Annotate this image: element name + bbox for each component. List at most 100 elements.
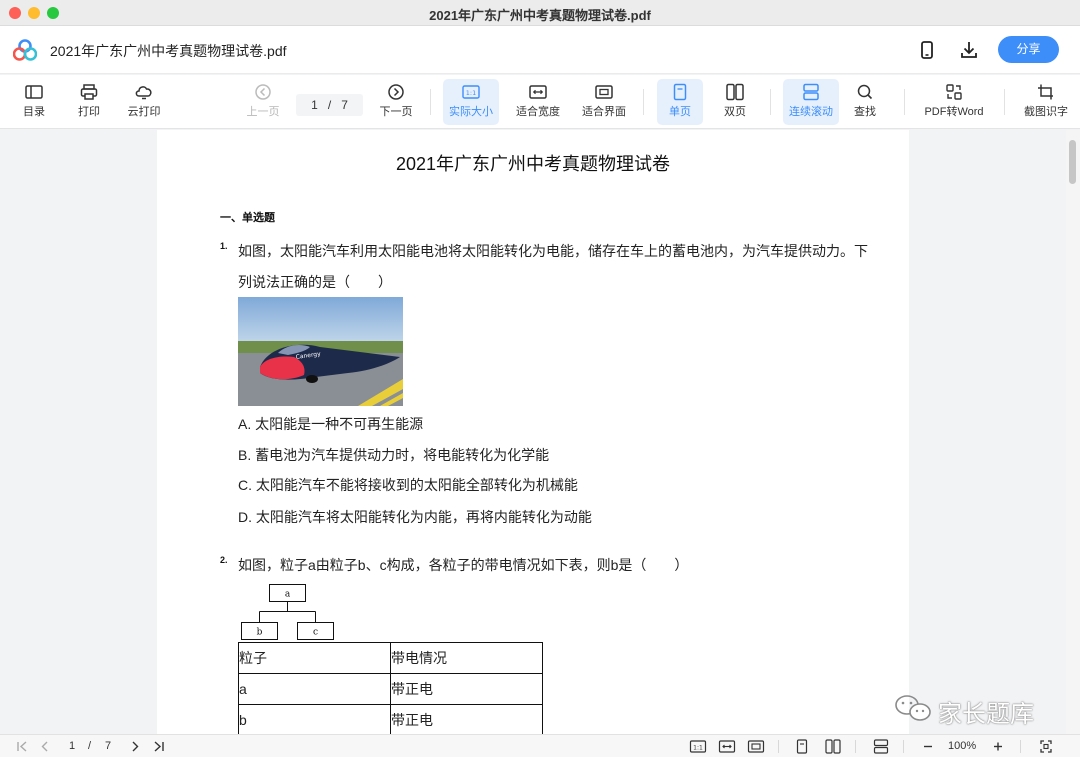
toolbar: 目录 打印 云打印 上一页 1 / 7 下一页 1:1 实际大小 适合宽度 适合… xyxy=(0,75,1080,129)
cloud-print-button[interactable]: 云打印 xyxy=(122,79,166,125)
actual-size-icon[interactable]: 1:1 xyxy=(689,739,707,754)
fit-width-icon xyxy=(529,85,547,99)
table-header-cell: 粒子 xyxy=(238,642,391,674)
fit-width-icon[interactable] xyxy=(718,739,736,754)
search-button[interactable]: 查找 xyxy=(847,79,883,125)
table-header-row: 粒子 带电情况 xyxy=(238,642,543,674)
print-button[interactable]: 打印 xyxy=(69,79,109,125)
watermark-text: 家长题库 xyxy=(938,700,1034,728)
search-label: 查找 xyxy=(854,106,876,118)
status-total-pages: 7 xyxy=(105,740,112,752)
crop-icon xyxy=(1038,84,1053,100)
first-page-icon[interactable] xyxy=(16,739,30,754)
toc-button[interactable]: 目录 xyxy=(14,79,54,125)
document-viewport[interactable]: 2021年广东广州中考真题物理试卷 一、单选题 1. 如图，太阳能汽车利用太阳能… xyxy=(0,130,1080,734)
svg-text:c: c xyxy=(313,628,318,638)
share-button[interactable]: 分享 xyxy=(998,36,1059,63)
prev-page-button[interactable]: 上一页 xyxy=(243,79,283,125)
continuous-scroll-icon[interactable] xyxy=(873,739,889,754)
status-bar: 1 / 7 1:1 100% xyxy=(0,734,1080,757)
window-title: 2021年广东广州中考真题物理试卷.pdf xyxy=(429,8,651,23)
next-page-icon[interactable] xyxy=(129,739,141,754)
section-heading: 一、单选题 xyxy=(220,212,275,224)
toolbar-divider xyxy=(1004,89,1005,115)
svg-text:a: a xyxy=(285,590,291,600)
single-page-icon[interactable] xyxy=(795,739,809,754)
continuous-scroll-label: 连续滚动 xyxy=(789,106,833,118)
zoom-out-icon[interactable] xyxy=(922,739,934,754)
toolbar-divider xyxy=(430,89,431,115)
next-page-label: 下一页 xyxy=(379,106,413,118)
toolbar-divider xyxy=(770,89,771,115)
total-pages: 7 xyxy=(341,98,348,112)
double-page-button[interactable]: 双页 xyxy=(713,79,757,125)
table-row: a 带正电 xyxy=(238,673,543,705)
double-page-icon[interactable] xyxy=(825,739,841,754)
paper-title: 2021年广东广州中考真题物理试卷 xyxy=(395,154,671,174)
prev-page-icon[interactable] xyxy=(39,739,51,754)
table-header-cell: 带电情况 xyxy=(390,642,543,674)
pdf-page: 2021年广东广州中考真题物理试卷 一、单选题 1. 如图，太阳能汽车利用太阳能… xyxy=(157,130,909,734)
question-text-line: 如图，粒子a由粒子b、c构成，各粒子的带电情况如下表，则b是（ ） xyxy=(238,557,689,573)
question-text-line: 列说法正确的是（ ） xyxy=(238,274,392,290)
app-logo-icon xyxy=(13,39,37,61)
actual-size-label: 实际大小 xyxy=(449,106,493,118)
option-d: D. 太阳能汽车将太阳能转化为内能，再将内能转化为动能 xyxy=(238,509,592,525)
vertical-scrollbar[interactable] xyxy=(1066,130,1080,734)
fit-width-label: 适合宽度 xyxy=(516,106,560,118)
convert-icon xyxy=(946,84,962,100)
single-page-label: 单页 xyxy=(669,106,691,118)
continuous-scroll-button[interactable]: 连续滚动 xyxy=(783,79,839,125)
next-page-button[interactable]: 下一页 xyxy=(376,79,416,125)
actual-size-button[interactable]: 1:1 实际大小 xyxy=(443,79,499,125)
table-cell: 带正电 xyxy=(390,673,543,705)
option-c: C. 太阳能汽车不能将接收到的太阳能全部转化为机械能 xyxy=(238,477,578,493)
page-number-input[interactable]: 1 / 7 xyxy=(296,94,363,116)
continuous-scroll-icon xyxy=(803,83,819,101)
pdf-to-word-button[interactable]: PDF转Word xyxy=(920,79,988,125)
zoom-level[interactable]: 100% xyxy=(948,740,976,752)
table-cell: a xyxy=(238,673,391,705)
phone-icon[interactable] xyxy=(916,39,938,61)
fit-page-label: 适合界面 xyxy=(582,106,626,118)
fit-width-button[interactable]: 适合宽度 xyxy=(512,79,564,125)
ocr-button[interactable]: 截图识字 xyxy=(1018,79,1074,125)
prev-page-label: 上一页 xyxy=(246,106,280,118)
toc-icon xyxy=(25,85,43,99)
svg-text:1:1: 1:1 xyxy=(466,89,476,97)
solar-car-image: Canergy xyxy=(238,297,403,406)
single-page-button[interactable]: 单页 xyxy=(657,79,703,125)
toolbar-divider xyxy=(643,89,644,115)
actual-size-icon: 1:1 xyxy=(462,85,480,99)
status-current-page[interactable]: 1 xyxy=(69,740,75,752)
double-page-icon xyxy=(726,83,744,101)
fit-page-button[interactable]: 适合界面 xyxy=(578,79,630,125)
cloud-print-label: 云打印 xyxy=(127,106,161,118)
printer-icon xyxy=(80,84,98,100)
last-page-icon[interactable] xyxy=(151,739,165,754)
scrollbar-thumb[interactable] xyxy=(1069,140,1076,184)
ocr-label: 截图识字 xyxy=(1024,106,1068,118)
status-page-separator: / xyxy=(88,740,92,752)
status-divider xyxy=(778,740,779,753)
print-label: 打印 xyxy=(78,106,100,118)
fit-page-icon[interactable] xyxy=(747,739,765,754)
particle-charge-table: 粒子 带电情况 a 带正电 b 带正电 xyxy=(238,642,543,734)
fullscreen-icon[interactable] xyxy=(1039,739,1053,754)
status-divider xyxy=(903,740,904,753)
table-cell: b xyxy=(238,704,391,734)
svg-text:b: b xyxy=(257,628,263,638)
status-divider xyxy=(855,740,856,753)
zoom-in-icon[interactable] xyxy=(992,739,1004,754)
cloud-print-icon xyxy=(135,86,152,100)
app-header: 2021年广东广州中考真题物理试卷.pdf 分享 xyxy=(0,26,1080,74)
chevron-left-circle-icon xyxy=(255,84,271,100)
question-number: 2. xyxy=(220,555,228,565)
single-page-icon xyxy=(673,83,687,101)
page-separator: / xyxy=(327,98,332,112)
option-a: A. 太阳能是一种不可再生能源 xyxy=(238,416,424,432)
svg-text:1:1: 1:1 xyxy=(693,744,703,751)
toolbar-divider xyxy=(904,89,905,115)
window-titlebar: 2021年广东广州中考真题物理试卷.pdf xyxy=(0,0,1080,26)
download-icon[interactable] xyxy=(958,39,980,61)
